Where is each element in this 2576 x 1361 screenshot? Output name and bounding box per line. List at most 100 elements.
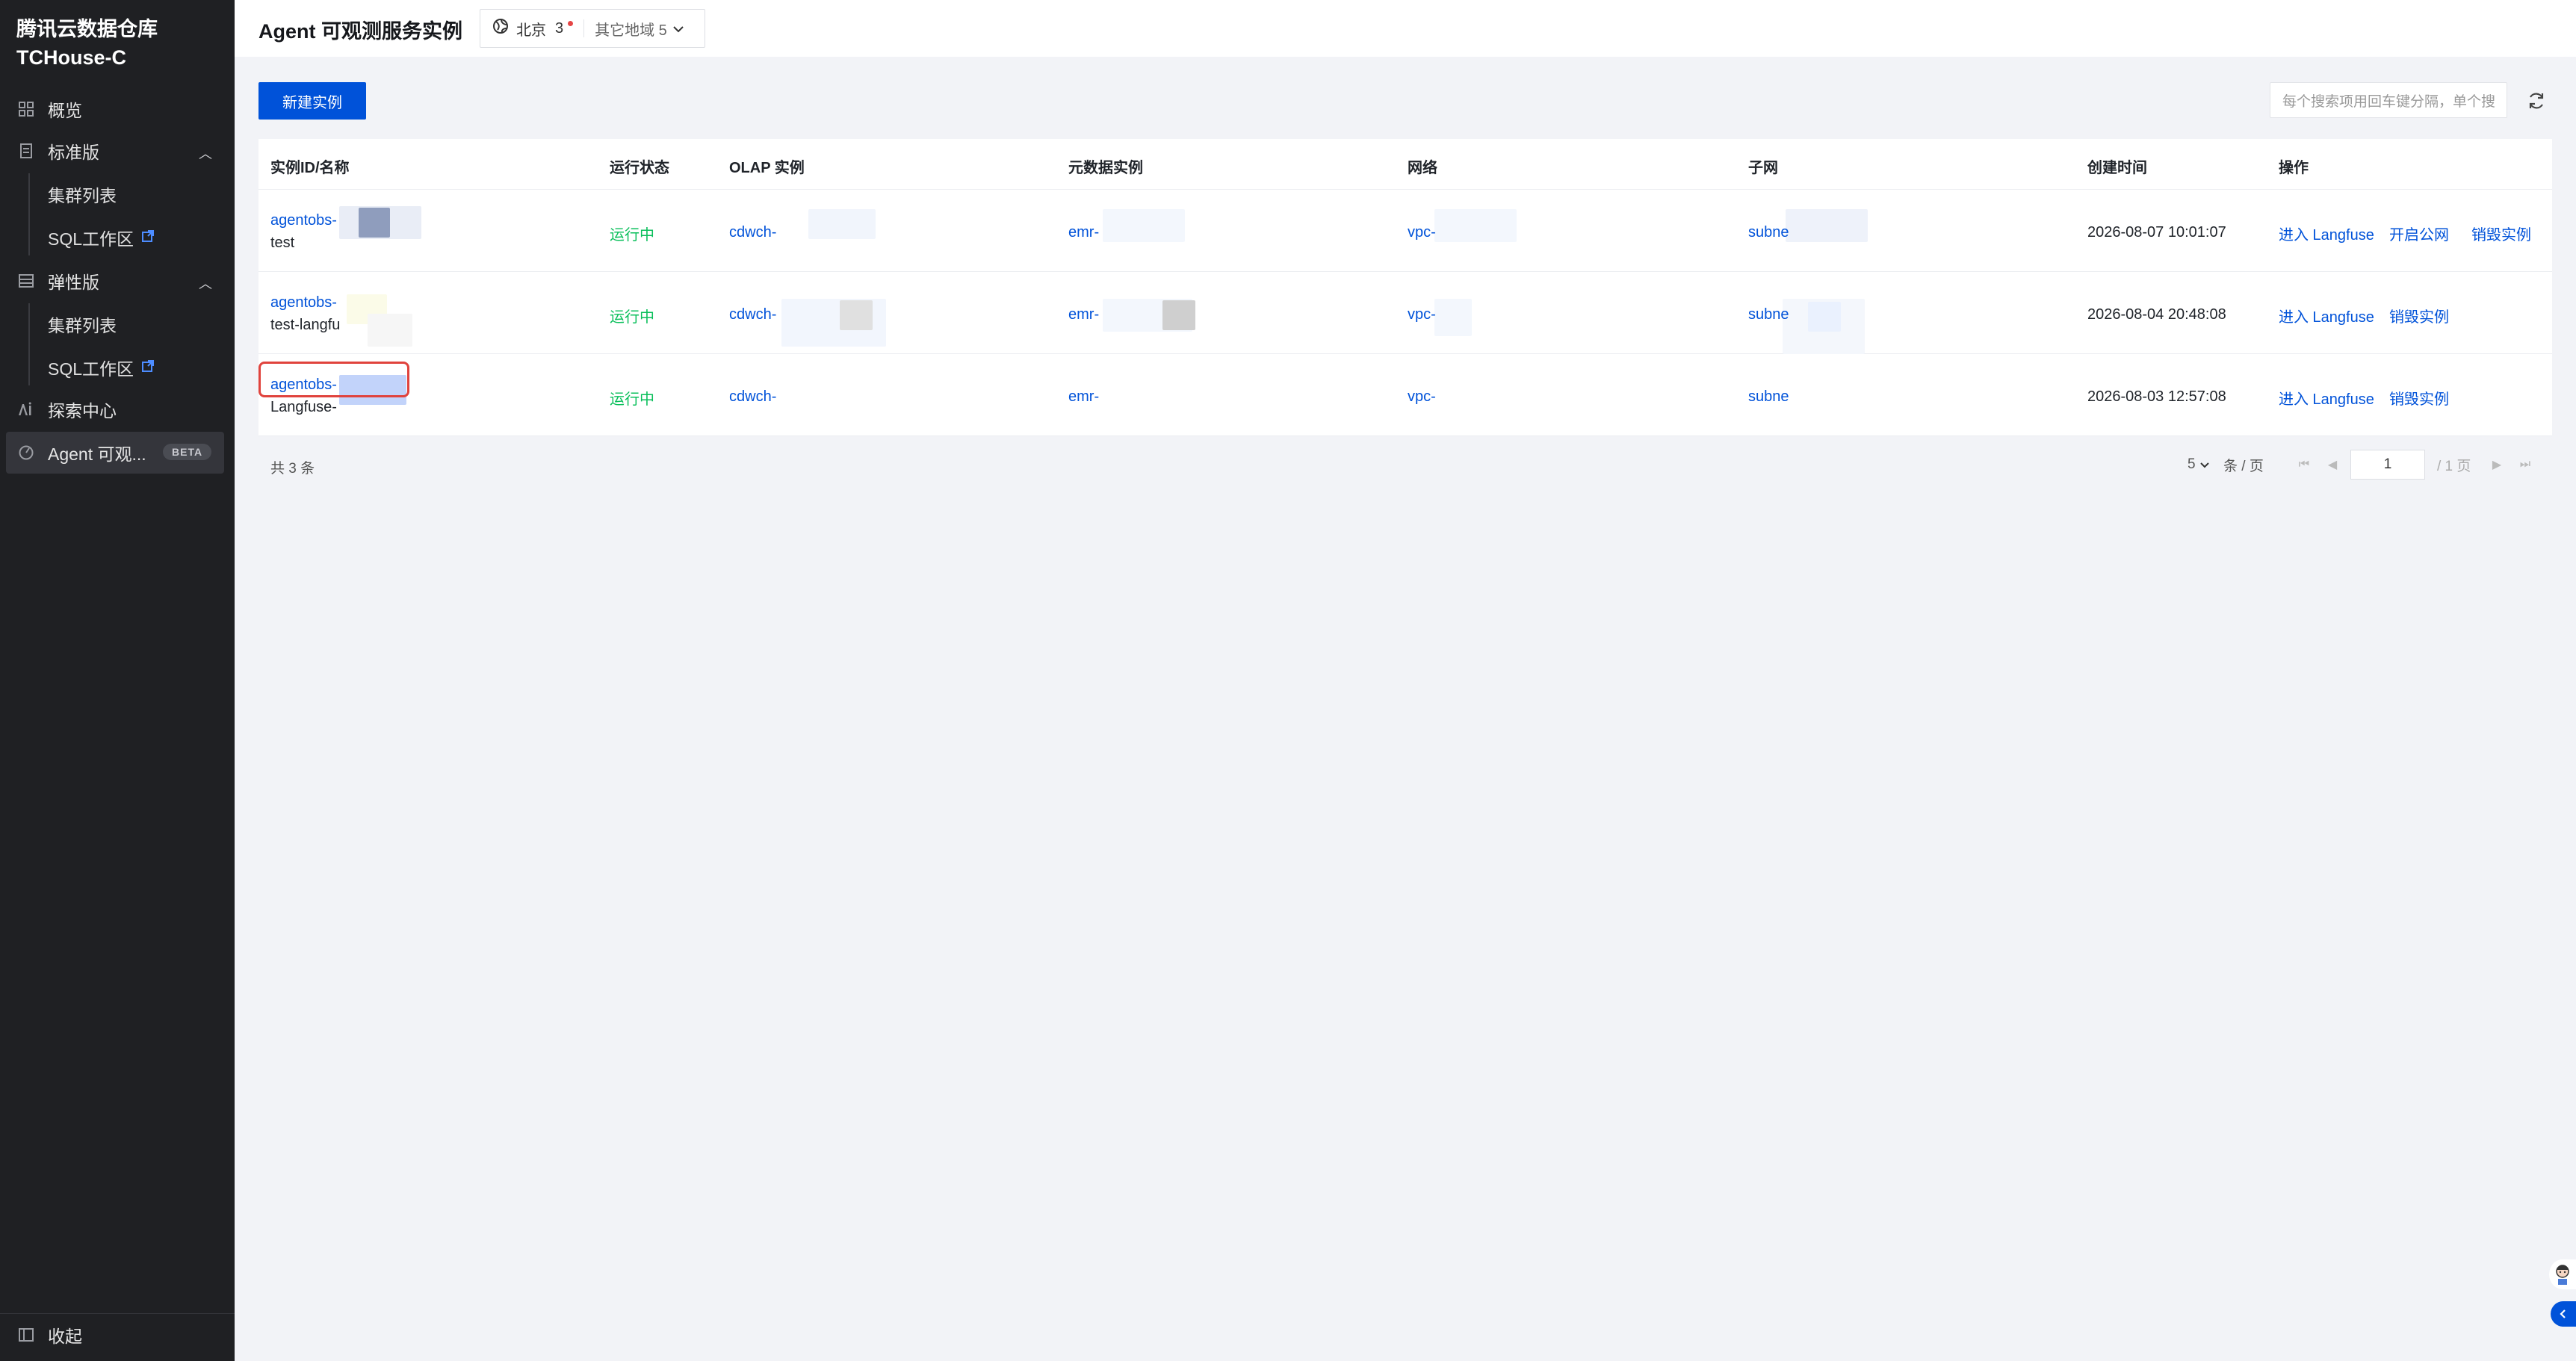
sidebar-item-elastic-sql[interactable]: SQL工作区 — [48, 347, 235, 388]
subnet-link[interactable]: subne — [1748, 224, 1789, 241]
search-placeholder: 每个搜索项用回车键分隔，单个搜 — [2282, 93, 2496, 110]
chevron-down-icon — [673, 20, 684, 37]
instance-name: test-langfu — [270, 317, 341, 333]
table-header: 实例ID/名称 运行状态 OLAP 实例 元数据实例 网络 子网 创建时间 操作 — [258, 139, 2552, 190]
other-regions-dropdown[interactable]: 其它地域 5 — [595, 18, 667, 40]
sidebar-item-label: Agent 可观... — [48, 444, 146, 464]
brand-line-2: TCHouse-C — [16, 46, 126, 69]
sidebar-item-label: 集群列表 — [48, 316, 117, 335]
chevron-up-icon: ︿ — [199, 276, 212, 291]
meta-instance-link[interactable]: emr- — [1068, 306, 1099, 323]
sidebar-item-label: 集群列表 — [48, 186, 117, 205]
subnet-link[interactable]: subne — [1748, 306, 1789, 323]
page-number-input[interactable]: 1 — [2350, 450, 2425, 480]
column-header-subnet: 子网 — [1748, 160, 1778, 176]
sidebar-item-label: 收起 — [48, 1327, 82, 1346]
olap-instance-link[interactable]: cdwch- — [729, 224, 776, 241]
table-row: agentobs- test-langfu 运行中 cdwch- emr- vp… — [258, 272, 2552, 354]
collapse-sidebar-button[interactable]: 收起 — [0, 1314, 235, 1356]
sidebar-item-standard-sql[interactable]: SQL工作区 — [48, 217, 235, 258]
open-langfuse-link[interactable]: 进入 Langfuse — [2279, 223, 2374, 244]
open-langfuse-link[interactable]: 进入 Langfuse — [2279, 387, 2374, 409]
divider — [583, 19, 585, 37]
create-instance-button[interactable]: 新建实例 — [258, 82, 366, 120]
status-badge: 运行中 — [610, 391, 654, 408]
refresh-icon[interactable] — [2524, 88, 2549, 114]
column-header-meta: 元数据实例 — [1068, 160, 1143, 176]
region-name[interactable]: 北京 — [516, 18, 546, 40]
destroy-instance-link[interactable]: 销毁实例 — [2389, 305, 2449, 326]
expand-panel-button[interactable] — [2551, 1301, 2576, 1327]
collapse-icon — [16, 1325, 36, 1345]
first-page-icon[interactable]: ⏮ — [2291, 451, 2318, 478]
region-selector[interactable]: 北京 3 其它地域 5 — [480, 9, 705, 48]
total-pages-label: / 1 页 — [2437, 458, 2471, 474]
product-title: 腾讯云数据仓库 TCHouse-C — [16, 15, 158, 72]
destroy-instance-link[interactable]: 销毁实例 — [2389, 387, 2449, 409]
prev-page-icon[interactable]: ◀ — [2319, 451, 2346, 478]
column-header-status: 运行状态 — [610, 160, 669, 176]
column-header-created: 创建时间 — [2087, 160, 2147, 176]
column-header-olap: OLAP 实例 — [729, 160, 805, 176]
vpc-link[interactable]: vpc- — [1408, 224, 1436, 241]
next-page-icon[interactable]: ▶ — [2483, 451, 2510, 478]
open-langfuse-link[interactable]: 进入 Langfuse — [2279, 305, 2374, 326]
assistant-avatar[interactable] — [2549, 1259, 2576, 1289]
column-header-id: 实例ID/名称 — [270, 160, 350, 176]
sidebar-item-standard-clusters[interactable]: 集群列表 — [48, 173, 235, 215]
sidebar-item-label: 弹性版 — [48, 273, 99, 292]
sidebar-footer: 收起 — [0, 1313, 235, 1361]
sidebar-item-overview[interactable]: 概览 — [0, 88, 235, 130]
sidebar-item-label: 标准版 — [48, 143, 99, 162]
document-icon — [16, 141, 36, 161]
created-time: 2026-08-04 20:48:08 — [2087, 306, 2226, 323]
sidebar-item-label: 概览 — [48, 101, 82, 120]
page-size-select[interactable]: 5 — [2188, 450, 2209, 480]
sidebar-item-label: SQL工作区 — [48, 359, 134, 379]
beta-badge: BETA — [163, 444, 212, 460]
globe-icon — [492, 18, 509, 39]
submenu-guide — [28, 303, 30, 385]
grid-icon — [16, 99, 36, 119]
enable-public-network-link[interactable]: 开启公网 — [2389, 223, 2449, 244]
ai-sparkle-icon — [16, 400, 36, 419]
vpc-link[interactable]: vpc- — [1408, 388, 1436, 406]
region-count: 3 — [555, 19, 564, 37]
meta-instance-link[interactable]: emr- — [1068, 388, 1099, 406]
sidebar-item-label: 探索中心 — [48, 401, 117, 421]
meta-instance-link[interactable]: emr- — [1068, 224, 1099, 241]
olap-instance-link[interactable]: cdwch- — [729, 306, 776, 323]
status-badge: 运行中 — [610, 227, 654, 244]
table-row: agentobs- test 运行中 cdwch- emr- vpc- subn… — [258, 190, 2552, 272]
olap-instance-link[interactable]: cdwch- — [729, 388, 776, 406]
page-title: Agent 可观测服务实例 — [258, 20, 462, 43]
last-page-icon[interactable]: ⏭ — [2512, 451, 2539, 478]
subnet-link[interactable]: subne — [1748, 388, 1789, 406]
table-row: agentobs- Langfuse- 运行中 cdwch- emr- vpc-… — [258, 354, 2552, 436]
brand-line-1: 腾讯云数据仓库 — [16, 18, 158, 40]
column-header-network: 网络 — [1408, 160, 1437, 176]
sidebar-group-elastic[interactable]: 弹性版 ︿ — [0, 260, 235, 302]
external-link-icon — [141, 359, 155, 376]
instances-table: 实例ID/名称 运行状态 OLAP 实例 元数据实例 网络 子网 创建时间 操作… — [258, 139, 2552, 436]
page-size-value: 5 — [2188, 456, 2196, 472]
instance-id-link[interactable]: agentobs- — [270, 212, 337, 229]
column-header-actions: 操作 — [2279, 160, 2309, 176]
sidebar-group-standard[interactable]: 标准版 ︿ — [0, 130, 235, 172]
sidebar: 腾讯云数据仓库 TCHouse-C 概览 标准版 ︿ 集群列表 SQL工作区 弹… — [0, 0, 235, 1361]
instance-name: test — [270, 235, 295, 251]
vpc-link[interactable]: vpc- — [1408, 306, 1436, 323]
instance-id-link[interactable]: agentobs- — [270, 294, 337, 311]
sidebar-item-elastic-clusters[interactable]: 集群列表 — [48, 303, 235, 345]
destroy-instance-link[interactable]: 销毁实例 — [2471, 223, 2531, 244]
chevron-down-icon — [2199, 456, 2209, 473]
instance-name: Langfuse- — [270, 399, 337, 415]
search-input[interactable]: 每个搜索项用回车键分隔，单个搜 — [2270, 82, 2507, 118]
created-time: 2026-08-07 10:01:07 — [2087, 224, 2226, 241]
sidebar-item-label: SQL工作区 — [48, 229, 134, 249]
per-page-label: 条 / 页 — [2223, 458, 2264, 474]
sidebar-item-explore[interactable]: 探索中心 — [0, 388, 235, 430]
gauge-icon — [16, 443, 36, 462]
total-count: 共 3 条 — [270, 461, 315, 477]
status-badge: 运行中 — [610, 309, 654, 326]
